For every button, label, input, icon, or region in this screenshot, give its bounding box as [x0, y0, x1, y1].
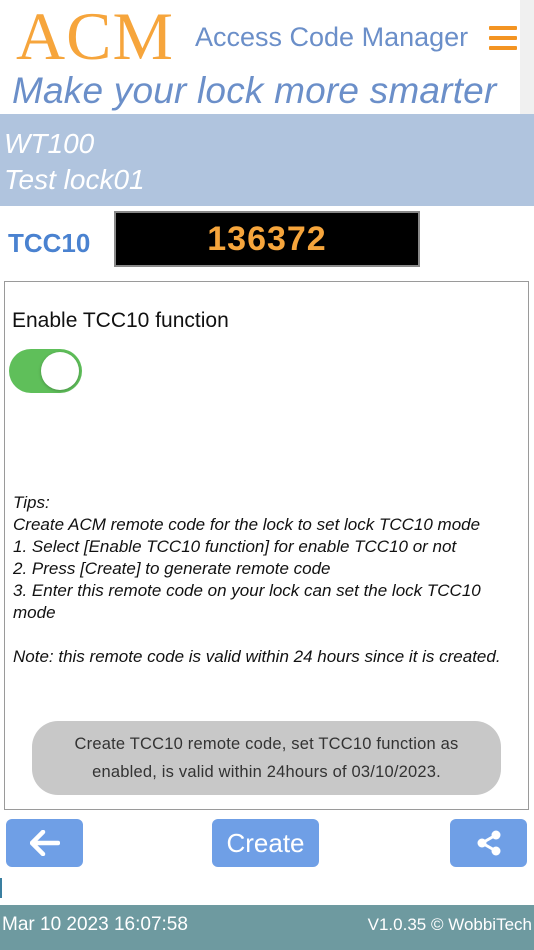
header-edge: [520, 0, 534, 114]
footer-version: V1.0.35 © WobbiTech: [367, 915, 532, 934]
lock-model: WT100: [4, 128, 95, 159]
tcc10-settings-panel: Enable TCC10 function Tips: Create ACM r…: [4, 281, 529, 810]
status-toast: Create TCC10 remote code, set TCC10 func…: [32, 721, 501, 795]
enable-tcc10-label: Enable TCC10 function: [12, 309, 229, 332]
menu-bar: [489, 26, 517, 30]
enable-tcc10-toggle[interactable]: [9, 349, 82, 393]
menu-bar: [489, 46, 517, 50]
hamburger-menu-icon[interactable]: [489, 26, 517, 50]
lock-name: Test lock01: [4, 164, 145, 195]
tips-heading: Tips:: [13, 493, 50, 512]
remote-code-value: 136372: [207, 219, 327, 258]
footer-datetime: Mar 10 2023 16:07:58: [2, 914, 188, 935]
back-button[interactable]: [6, 819, 83, 867]
tips-step-1: 1. Select [Enable TCC10 function] for en…: [13, 537, 457, 556]
menu-bar: [489, 36, 517, 40]
acm-logo: ACM: [16, 0, 174, 74]
code-label: TCC10: [8, 228, 91, 258]
tips-note: Note: this remote code is valid within 2…: [13, 647, 501, 666]
tips-step-3: 3. Enter this remote code on your lock c…: [13, 581, 481, 622]
left-edge-mark: [0, 878, 2, 898]
app-title: Access Code Manager: [195, 22, 469, 52]
toggle-knob: [41, 352, 79, 390]
create-button[interactable]: Create: [212, 819, 319, 867]
tips-intro: Create ACM remote code for the lock to s…: [13, 515, 481, 534]
share-icon: [477, 830, 500, 856]
arrow-left-icon: [29, 830, 60, 856]
remote-code-display: 136372: [114, 211, 420, 267]
tips-step-2: 2. Press [Create] to generate remote cod…: [13, 559, 331, 578]
tagline: Make your lock more smarter: [12, 70, 497, 111]
share-button[interactable]: [450, 819, 527, 867]
tips-text: Tips: Create ACM remote code for the loc…: [13, 492, 525, 668]
